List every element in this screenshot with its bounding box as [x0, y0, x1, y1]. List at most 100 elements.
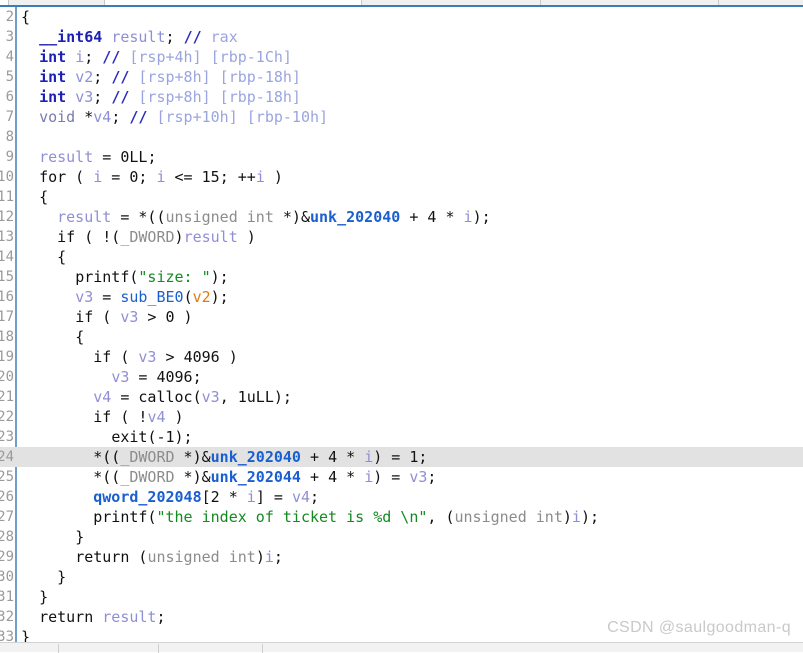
code-token: ;	[147, 148, 157, 166]
code-line[interactable]: 21 v4 = calloc(v3, 1uLL);	[0, 387, 803, 407]
code-token: *((	[93, 468, 121, 486]
code-line[interactable]: 10 for ( i = 0; i <= 15; ++i )	[0, 167, 803, 187]
code-line[interactable]: 30 }	[0, 567, 803, 587]
code-line-source: for ( i = 0; i <= 15; ++i )	[21, 167, 283, 187]
code-token: unk_202040	[310, 208, 401, 226]
code-line-source: v3 = 4096;	[21, 367, 202, 387]
code-line[interactable]: 24 *((_DWORD *)&unk_202040 + 4 * i) = 1;	[0, 447, 803, 467]
line-number: 11	[0, 189, 14, 205]
code-line[interactable]: 14 {	[0, 247, 803, 267]
code-line[interactable]: 26 qword_202048[2 * i] = v4;	[0, 487, 803, 507]
code-token: 2	[210, 488, 220, 506]
code-token: v4	[291, 488, 310, 506]
code-line[interactable]: 16 v3 = sub_BE0(v2);	[0, 287, 803, 307]
code-token: 4096	[156, 368, 193, 386]
code-line[interactable]: 3 __int64 result; // rax	[0, 27, 803, 47]
code-line-source: printf("size: ");	[21, 267, 229, 287]
line-number: 2	[5, 9, 14, 25]
code-token: )	[174, 228, 184, 246]
code-editor[interactable]: 2{3 __int64 result; // rax 4 int i; // [r…	[0, 7, 803, 642]
code-token: 4	[328, 468, 338, 486]
code-token: (	[183, 288, 193, 306]
line-number: 18	[0, 329, 14, 345]
code-line[interactable]: 11 {	[0, 187, 803, 207]
code-token: ;	[156, 608, 166, 626]
code-token: i	[75, 48, 85, 66]
code-line[interactable]: 9 result = 0LL;	[0, 147, 803, 167]
code-line[interactable]: 2{	[0, 7, 803, 27]
code-line-source: {	[21, 187, 48, 207]
code-line[interactable]: 31 }	[0, 587, 803, 607]
code-token: return	[75, 548, 130, 566]
code-line[interactable]: 27 printf("the index of ticket is %d \n"…	[0, 507, 803, 527]
code-line[interactable]: 17 if ( v3 > 0 )	[0, 307, 803, 327]
code-token: exit	[111, 428, 148, 446]
bottom-status-strip[interactable]	[0, 642, 803, 653]
code-token: ;	[84, 48, 94, 66]
code-line[interactable]: 15 printf("size: ");	[0, 267, 803, 287]
code-token: v3	[120, 308, 139, 326]
code-line[interactable]: 25 *((_DWORD *)&unk_202044 + 4 * i) = v3…	[0, 467, 803, 487]
code-line[interactable]: 12 result = *((unsigned int *)&unk_20204…	[0, 207, 803, 227]
code-line[interactable]: 20 v3 = 4096;	[0, 367, 803, 387]
code-line[interactable]: 13 if ( !(_DWORD)result )	[0, 227, 803, 247]
csdn-watermark: CSDN @saulgoodman-q	[607, 619, 791, 636]
code-line[interactable]: 6 int v3; // [rsp+8h] [rbp-18h]	[0, 87, 803, 107]
code-line-source: }	[21, 627, 30, 642]
code-line[interactable]: 19 if ( v3 > 4096 )	[0, 347, 803, 367]
code-token: ;	[310, 488, 320, 506]
top-tab-strip[interactable]	[0, 0, 803, 7]
code-token: {	[75, 328, 85, 346]
code-line[interactable]: 28 }	[0, 527, 803, 547]
line-number: 3	[5, 29, 14, 45]
code-token: int	[39, 68, 67, 86]
tab-divider-1	[8, 0, 9, 5]
code-token: calloc	[138, 388, 193, 406]
code-line-source: int i; // [rsp+4h] [rbp-1Ch]	[21, 47, 292, 67]
line-number: 16	[0, 289, 14, 305]
code-line[interactable]: 22 if ( !v4 )	[0, 407, 803, 427]
line-number: 19	[0, 349, 14, 365]
code-token: ] =	[255, 488, 292, 506]
pseudocode-window: 2{3 __int64 result; // rax 4 int i; // [r…	[0, 0, 803, 653]
code-line[interactable]: 8	[0, 127, 803, 147]
code-line[interactable]: 7 void *v4; // [rsp+10h] [rbp-10h]	[0, 107, 803, 127]
code-token: ;	[93, 68, 103, 86]
code-token: ) =	[373, 448, 410, 466]
code-token: ( !(	[75, 228, 121, 246]
code-line-source: void *v4; // [rsp+10h] [rbp-10h]	[21, 107, 328, 127]
code-token: //	[129, 108, 148, 126]
tab-active-area[interactable]	[104, 0, 361, 5]
code-token: _DWORD	[120, 228, 175, 246]
code-token: i	[156, 168, 166, 186]
code-token: (	[93, 308, 121, 326]
code-token: unk_202044	[210, 468, 301, 486]
code-line[interactable]: 18 {	[0, 327, 803, 347]
code-line-source: if ( v3 > 0 )	[21, 307, 192, 327]
code-token: v4	[93, 108, 112, 126]
line-number: 4	[5, 49, 14, 65]
code-token: result	[39, 148, 94, 166]
code-token: ;	[138, 168, 157, 186]
code-line[interactable]: 4 int i; // [rsp+4h] [rbp-1Ch]	[0, 47, 803, 67]
code-token: 1	[165, 428, 175, 446]
code-token: _DWORD	[120, 468, 175, 486]
code-token: ,	[219, 388, 238, 406]
code-token: )	[165, 408, 184, 426]
code-token: int	[39, 88, 67, 106]
line-number: 20	[0, 369, 14, 385]
code-token: if	[93, 408, 112, 426]
code-lines-container[interactable]: 2{3 __int64 result; // rax 4 int i; // [r…	[0, 7, 803, 642]
code-token: ;	[192, 368, 202, 386]
code-token: ;	[111, 108, 121, 126]
line-number: 33	[0, 629, 14, 642]
code-line[interactable]: 5 int v2; // [rsp+8h] [rbp-18h]	[0, 67, 803, 87]
code-token: )	[264, 168, 283, 186]
line-number: 13	[0, 229, 14, 245]
code-token: i	[364, 448, 374, 466]
code-line[interactable]: 29 return (unsigned int)i;	[0, 547, 803, 567]
code-token: 4096	[183, 348, 220, 366]
code-token: [rsp+8h] [rbp-18h]	[129, 88, 301, 106]
code-line[interactable]: 23 exit(-1);	[0, 427, 803, 447]
